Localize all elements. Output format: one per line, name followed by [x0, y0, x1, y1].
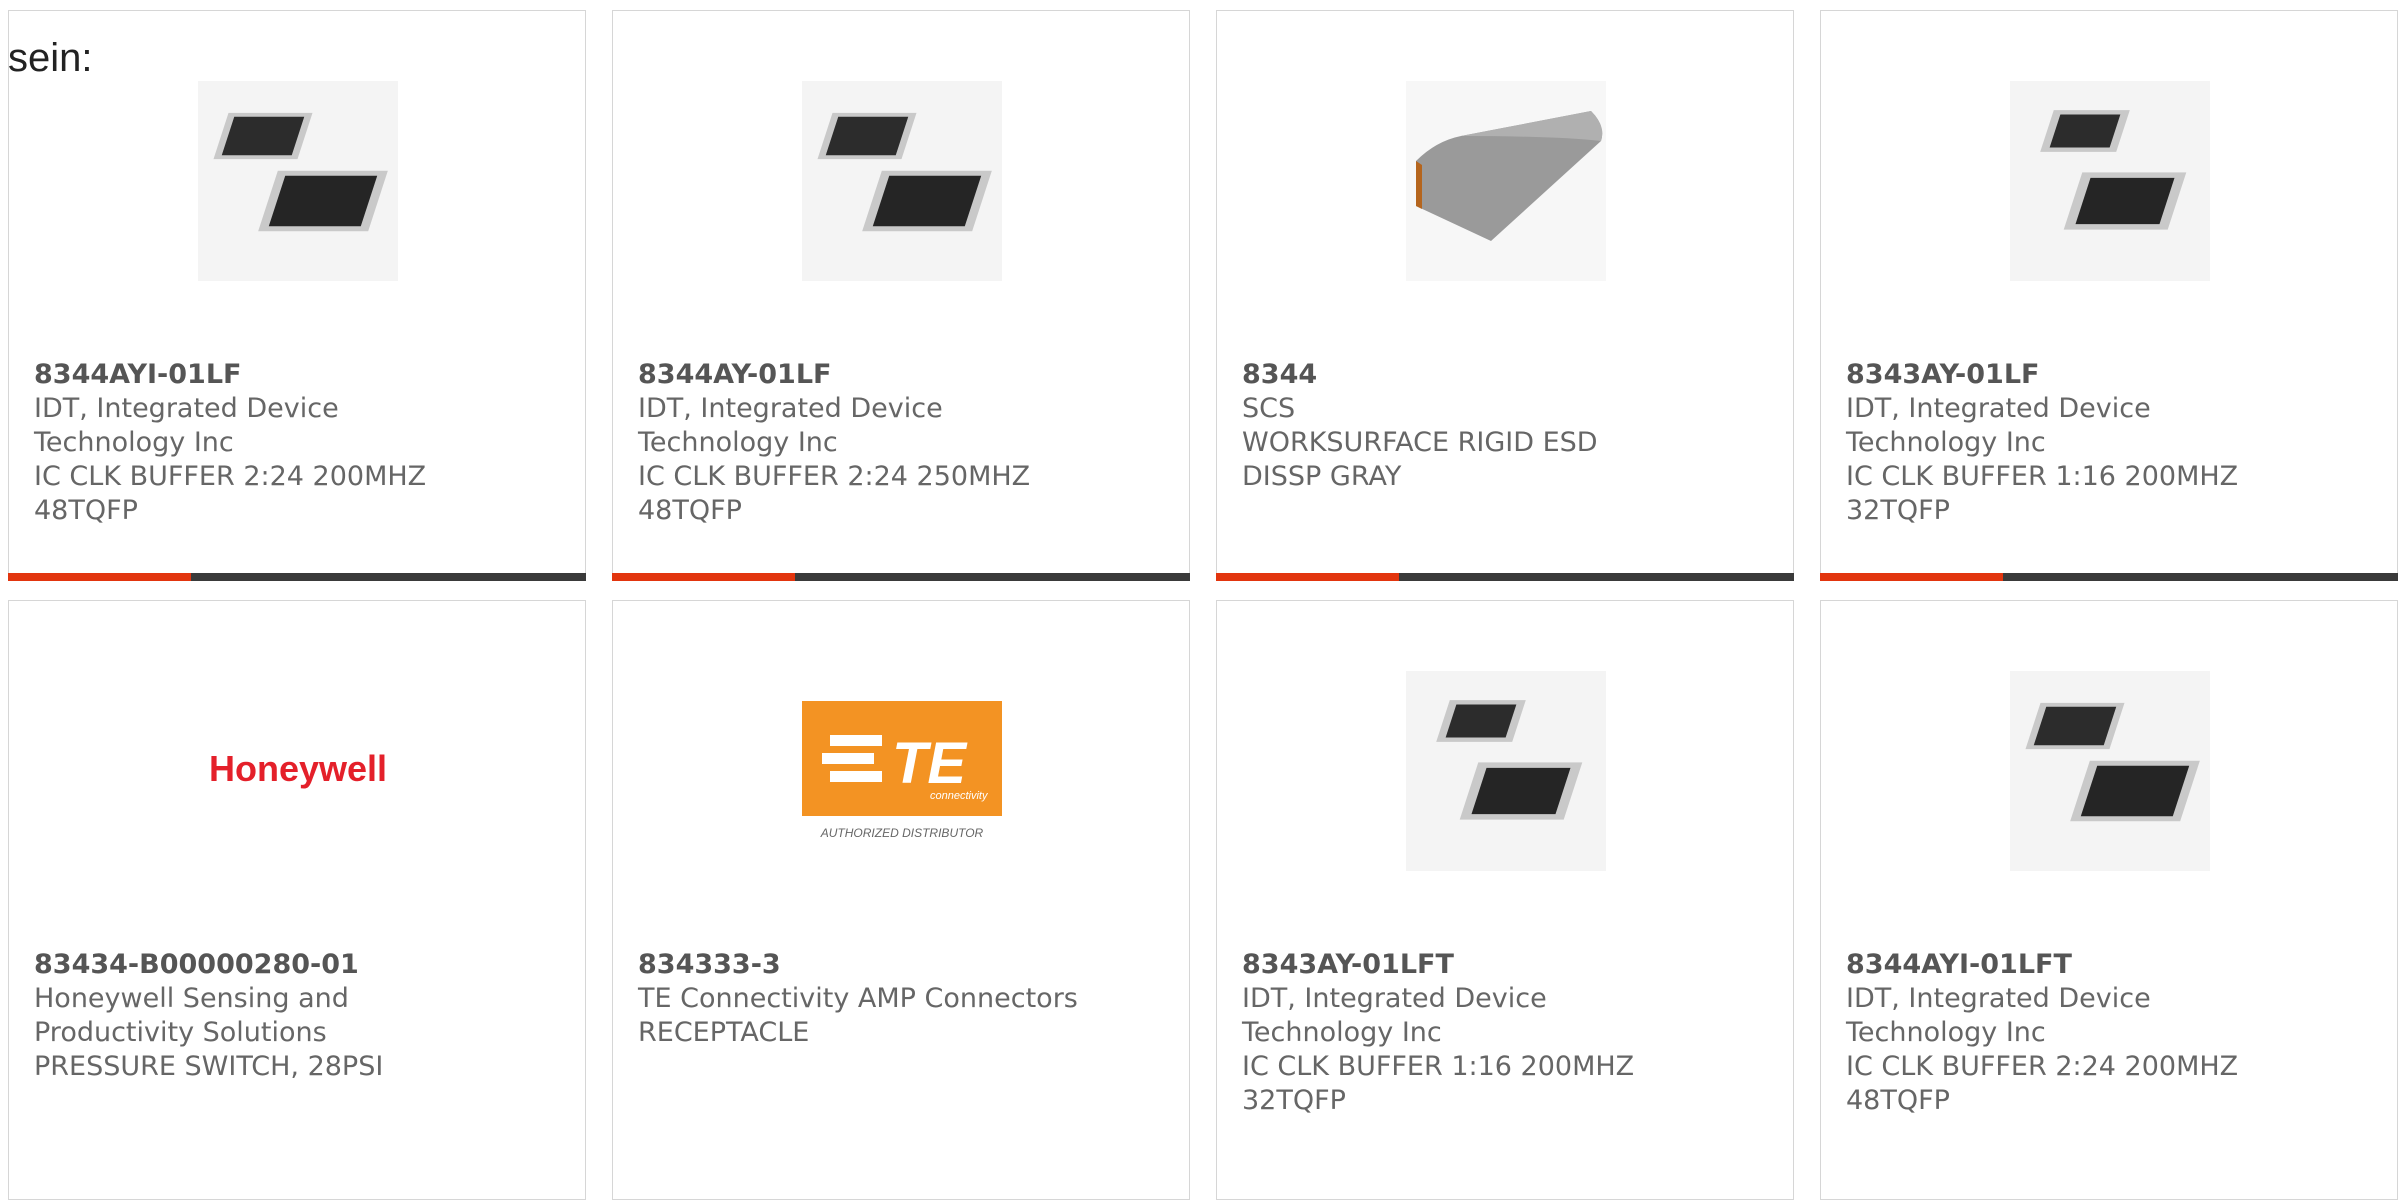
description: IC CLK BUFFER 1:16 200MHZ 32TQFP [1846, 461, 2239, 526]
product-card[interactable]: 8344AY-01LF IDT, Integrated Device Techn… [612, 10, 1190, 581]
manufacturer: TE Connectivity AMP Connectors [638, 983, 1078, 1014]
part-number[interactable]: 8344AY-01LF [638, 359, 831, 390]
product-image[interactable] [802, 81, 1002, 281]
part-number[interactable]: 8344AYI-01LF [34, 359, 241, 390]
manufacturer: SCS [1242, 393, 1296, 424]
product-card[interactable]: TE connectivity AUTHORIZED DISTRIBUTOR 8… [612, 600, 1190, 1200]
product-image[interactable] [1406, 81, 1606, 281]
product-image[interactable]: TE connectivity AUTHORIZED DISTRIBUTOR [802, 671, 1002, 871]
description: IC CLK BUFFER 1:16 200MHZ 32TQFP [1242, 1051, 1635, 1116]
manufacturer: IDT, Integrated Device Technology Inc [1846, 393, 2151, 458]
honeywell-logo: Honeywell [209, 748, 387, 789]
part-number[interactable]: 8344 [1242, 359, 1317, 390]
card-bottom-bar [8, 573, 586, 581]
part-number[interactable]: 8343AY-01LF [1846, 359, 2039, 390]
te-logo-caption: AUTHORIZED DISTRIBUTOR [820, 826, 984, 840]
description: IC CLK BUFFER 2:24 200MHZ 48TQFP [1846, 1051, 2239, 1116]
product-card[interactable]: 8344AYI-01LF IDT, Integrated Device Tech… [8, 10, 586, 581]
description: PRESSURE SWITCH, 28PSI [34, 1051, 384, 1082]
product-image[interactable] [198, 81, 398, 281]
description: WORKSURFACE RIGID ESD DISSP GRAY [1242, 427, 1598, 492]
product-card[interactable]: 8344AYI-01LFT IDT, Integrated Device Tec… [1820, 600, 2398, 1200]
description: RECEPTACLE [638, 1017, 810, 1048]
part-number[interactable]: 83434-B00000280-01 [34, 949, 359, 980]
product-image[interactable] [2010, 671, 2210, 871]
product-image[interactable] [1406, 671, 1606, 871]
product-card[interactable]: Honeywell 83434-B00000280-01 Honeywell S… [8, 600, 586, 1200]
page-heading: sein: [8, 36, 93, 80]
description: IC CLK BUFFER 2:24 200MHZ 48TQFP [34, 461, 427, 526]
manufacturer: Honeywell Sensing and Productivity Solut… [34, 983, 349, 1048]
manufacturer: IDT, Integrated Device Technology Inc [1846, 983, 2151, 1048]
card-bottom-bar [612, 573, 1190, 581]
part-number[interactable]: 834333-3 [638, 949, 781, 980]
product-card[interactable]: 8343AY-01LF IDT, Integrated Device Techn… [1820, 10, 2398, 581]
manufacturer: IDT, Integrated Device Technology Inc [638, 393, 943, 458]
product-image[interactable] [2010, 81, 2210, 281]
product-grid: 8344AYI-01LF IDT, Integrated Device Tech… [0, 0, 2400, 1200]
description: IC CLK BUFFER 2:24 250MHZ 48TQFP [638, 461, 1031, 526]
te-logo-subtext: connectivity [930, 790, 989, 802]
card-bottom-bar [1216, 573, 1794, 581]
product-card[interactable]: 8343AY-01LFT IDT, Integrated Device Tech… [1216, 600, 1794, 1200]
te-logo: TE [892, 731, 968, 796]
card-bottom-bar [1820, 573, 2398, 581]
manufacturer: IDT, Integrated Device Technology Inc [1242, 983, 1547, 1048]
product-image[interactable]: Honeywell [198, 671, 398, 871]
manufacturer: IDT, Integrated Device Technology Inc [34, 393, 339, 458]
part-number[interactable]: 8344AYI-01LFT [1846, 949, 2072, 980]
part-number[interactable]: 8343AY-01LFT [1242, 949, 1454, 980]
product-card[interactable]: 8344 SCS WORKSURFACE RIGID ESD DISSP GRA… [1216, 10, 1794, 581]
